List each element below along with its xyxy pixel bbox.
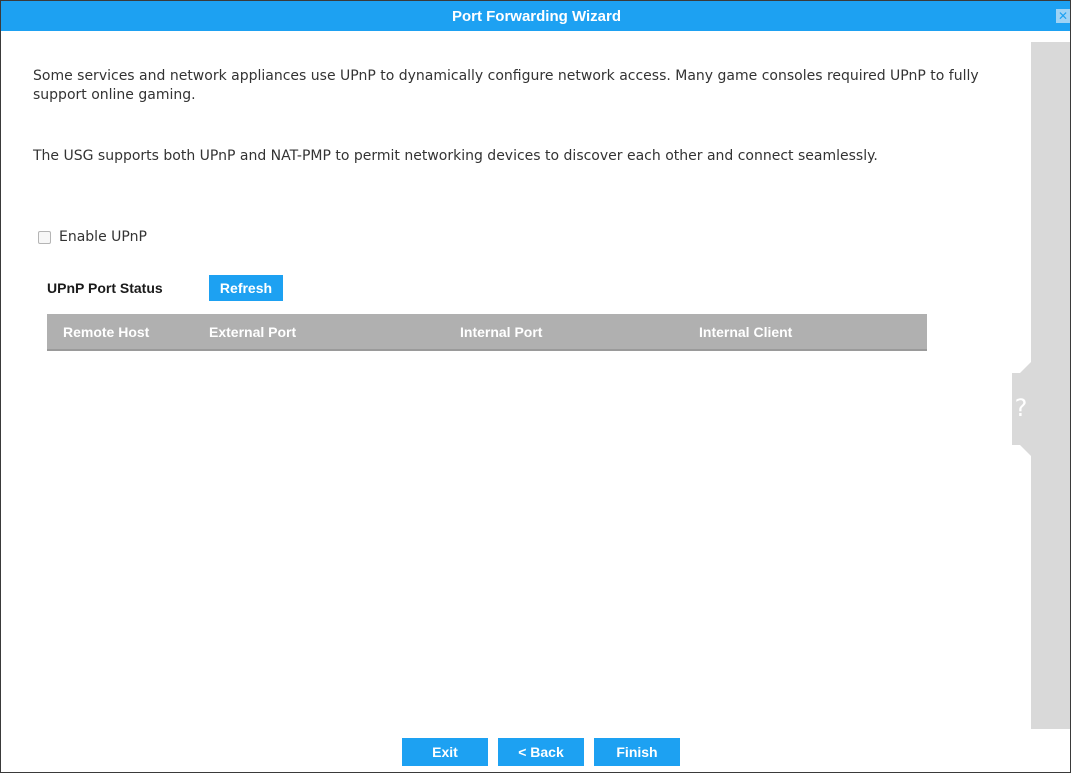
- column-header-remote-host[interactable]: Remote Host: [63, 314, 149, 349]
- title-bar: Port Forwarding Wizard ✕: [1, 1, 1070, 31]
- column-header-internal-client[interactable]: Internal Client: [699, 314, 792, 349]
- back-button[interactable]: < Back: [498, 738, 584, 766]
- svg-text:?: ?: [1015, 394, 1028, 422]
- upnp-port-status-row: UPnP Port Status Refresh: [47, 275, 283, 301]
- refresh-button[interactable]: Refresh: [209, 275, 283, 301]
- help-icon: ?: [1012, 361, 1032, 457]
- intro-paragraph-nat-pmp: The USG supports both UPnP and NAT-PMP t…: [33, 148, 878, 164]
- column-header-external-port[interactable]: External Port: [209, 314, 296, 349]
- finish-button[interactable]: Finish: [594, 738, 680, 766]
- upnp-port-status-label: UPnP Port Status: [47, 280, 163, 296]
- enable-upnp-checkbox[interactable]: [38, 230, 51, 244]
- intro-paragraph-upnp: Some services and network appliances use…: [33, 68, 979, 103]
- exit-button[interactable]: Exit: [402, 738, 488, 766]
- close-button[interactable]: ✕: [1052, 1, 1070, 31]
- upnp-port-table-header: Remote Host External Port Internal Port …: [47, 314, 927, 351]
- enable-upnp-label: Enable UPnP: [59, 229, 147, 245]
- close-icon: ✕: [1056, 9, 1070, 23]
- help-side-panel: [1031, 42, 1070, 729]
- enable-upnp-row[interactable]: Enable UPnP: [38, 229, 147, 245]
- help-tab[interactable]: ?: [1012, 361, 1032, 457]
- window-title: Port Forwarding Wizard: [451, 7, 622, 25]
- wizard-window: Port Forwarding Wizard ✕ Some services a…: [0, 0, 1071, 773]
- column-header-internal-port[interactable]: Internal Port: [460, 314, 542, 349]
- wizard-footer: Exit < Back Finish: [1, 738, 1070, 766]
